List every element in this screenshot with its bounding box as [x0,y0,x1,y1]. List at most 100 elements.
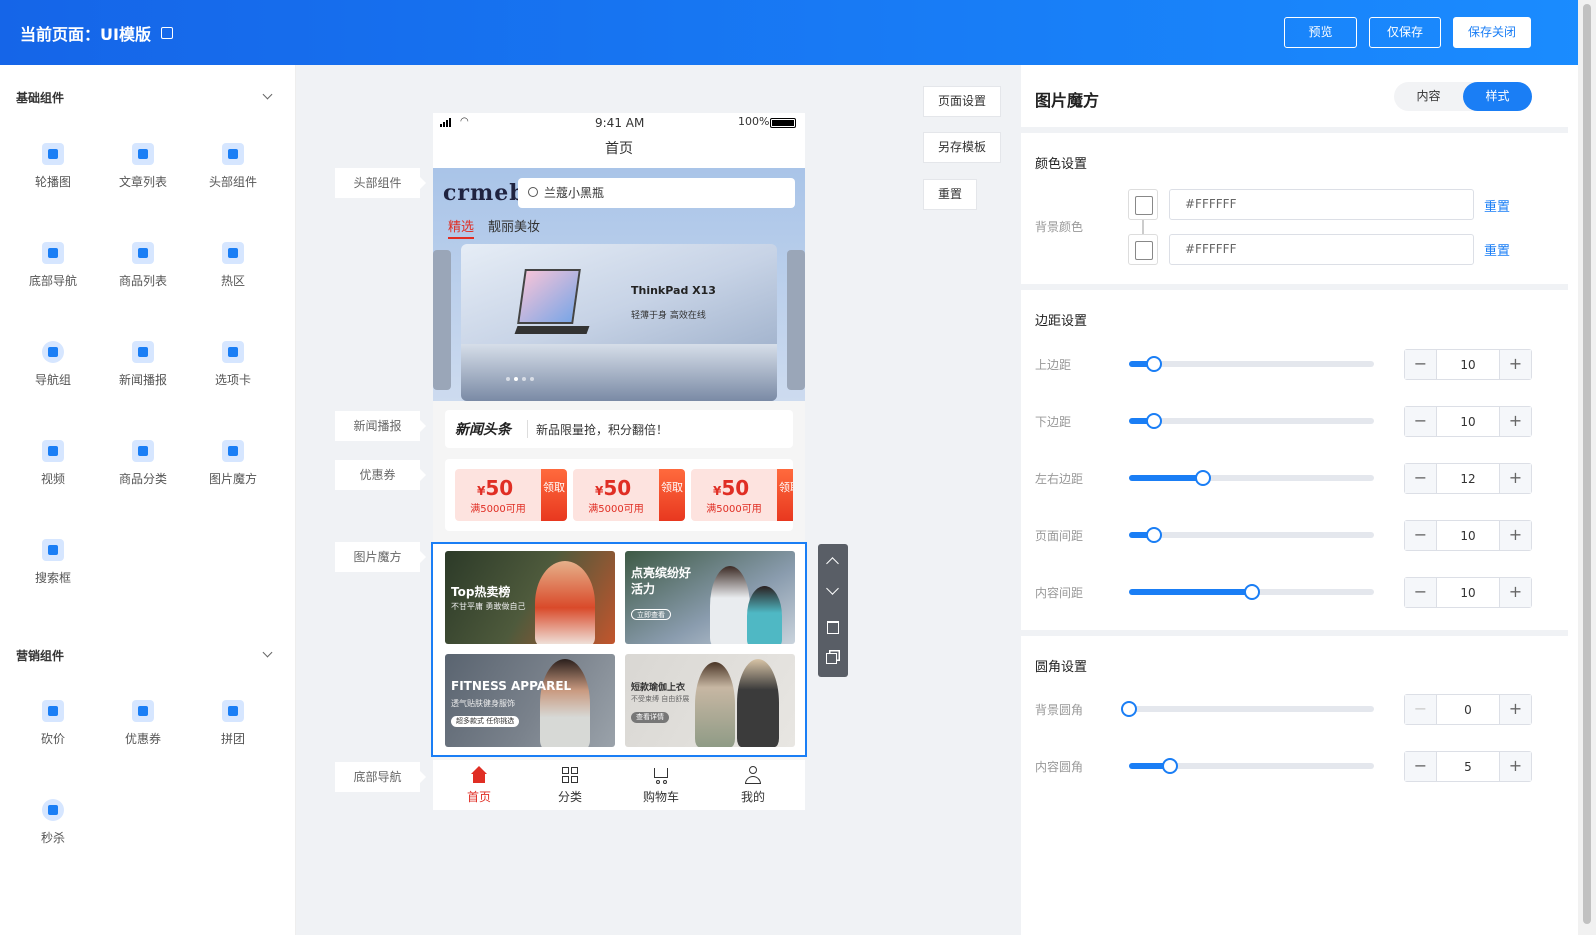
color-swatch-1[interactable] [1128,189,1158,220]
stepper-value[interactable]: 12 [1437,464,1499,493]
color-swatch-2[interactable] [1128,234,1158,265]
magic-pill[interactable]: 查看详情 [631,712,669,723]
page-scrollbar[interactable] [1578,0,1596,935]
tag-bottom-nav[interactable]: 底部导航 [335,762,426,792]
tag-coupon[interactable]: 优惠券 [335,460,426,490]
stepper-value[interactable]: 10 [1437,521,1499,550]
decrement-button[interactable]: − [1405,695,1437,724]
save-close-button[interactable]: 保存关闭 [1453,17,1531,48]
news-ticker[interactable]: 新闻头条 新品限量抢，积分翻倍！ [445,410,793,448]
comp-bottom-nav[interactable]: 底部导航 [13,242,93,289]
increment-button[interactable]: + [1499,407,1531,436]
slider-track[interactable] [1129,413,1374,429]
comp-video[interactable]: 视频 [13,440,93,487]
increment-button[interactable]: + [1499,578,1531,607]
magic-image-4[interactable]: 短款瑜伽上衣 不受束缚 自由舒展 查看详情 [625,654,795,747]
comp-news[interactable]: 新闻播报 [103,341,183,388]
scrollbar-thumb[interactable] [1583,4,1591,924]
stepper-value[interactable]: 5 [1437,752,1499,781]
chevron-down-icon[interactable] [262,647,273,658]
magic-pill[interactable]: 超多款式 任你挑选 [451,716,520,727]
decrement-button[interactable]: − [1405,752,1437,781]
move-down-button[interactable] [818,577,848,610]
increment-button[interactable]: + [1499,350,1531,379]
magic-image-2[interactable]: 点亮缤纷好活力 立即查看 [625,551,795,644]
slider-knob[interactable] [1121,701,1137,717]
reset-button[interactable]: 重置 [923,179,977,210]
color-input-1[interactable]: #FFFFFF [1169,189,1474,220]
slider-track[interactable] [1129,470,1374,486]
save-button[interactable]: 仅保存 [1369,17,1441,48]
coupon-get-button[interactable]: 领取 [777,469,793,521]
slider-knob[interactable] [1161,758,1178,774]
comp-coupon[interactable]: 优惠券 [103,700,183,747]
comp-carousel[interactable]: 轮播图 [13,143,93,190]
save-template-button[interactable]: 另存模板 [923,132,1001,163]
comp-image-magic[interactable]: 图片魔方 [193,440,273,487]
increment-button[interactable]: + [1499,752,1531,781]
slider-knob[interactable] [1243,584,1260,600]
banner-image[interactable]: ThinkPad X13 轻薄于身 高效在线 [461,244,777,401]
search-input[interactable]: 兰蔻小黑瓶 [518,178,795,208]
slider-knob[interactable] [1145,527,1162,543]
decrement-button[interactable]: − [1405,464,1437,493]
preview-button[interactable]: 预览 [1284,17,1357,48]
comp-search[interactable]: 搜索框 [13,539,93,586]
slider-track[interactable] [1129,356,1374,372]
image-magic-component[interactable]: Top热卖榜 不甘平庸 勇敢做自己 点亮缤纷好活力 立即查看 FITNESS A… [431,542,807,757]
move-up-button[interactable] [818,544,848,577]
nav-home[interactable]: 首页 [449,766,509,805]
increment-button[interactable]: + [1499,464,1531,493]
nav-mine[interactable]: 我的 [723,766,783,805]
comp-category[interactable]: 商品分类 [103,440,183,487]
comp-nav-group[interactable]: 导航组 [13,341,93,388]
slider-track[interactable] [1121,701,1374,717]
tab-featured[interactable]: 精选 [448,216,475,239]
decrement-button[interactable]: − [1405,578,1437,607]
edit-icon[interactable] [160,27,173,39]
coupon-get-button[interactable]: 领取 [541,469,567,521]
comp-flash-sale[interactable]: 秒杀 [13,799,93,846]
decrement-button[interactable]: − [1405,350,1437,379]
delete-button[interactable] [818,610,848,643]
stepper-value[interactable]: 10 [1437,350,1499,379]
magic-image-1[interactable]: Top热卖榜 不甘平庸 勇敢做自己 [445,551,615,644]
tag-news[interactable]: 新闻播报 [335,411,426,441]
slider-knob[interactable] [1145,356,1162,372]
nav-category[interactable]: 分类 [540,766,600,805]
comp-bargain[interactable]: 砍价 [13,700,93,747]
magic-image-3[interactable]: FITNESS APPAREL 透气贴肤健身服饰 超多款式 任你挑选 [445,654,615,747]
slider-knob[interactable] [1194,470,1211,486]
magic-pill[interactable]: 立即查看 [631,609,671,620]
page-settings-button[interactable]: 页面设置 [923,86,1001,117]
increment-button[interactable]: + [1499,521,1531,550]
increment-button[interactable]: + [1499,695,1531,724]
slider-knob[interactable] [1145,413,1162,429]
comp-header[interactable]: 头部组件 [193,143,273,190]
stepper-value[interactable]: 10 [1437,578,1499,607]
color-input-2[interactable]: #FFFFFF [1169,234,1474,265]
coupon-get-button[interactable]: 领取 [659,469,685,521]
tab-content[interactable]: 内容 [1394,82,1463,111]
stepper-value[interactable]: 10 [1437,407,1499,436]
comp-group-buy[interactable]: 拼团 [193,700,273,747]
comp-product-list[interactable]: 商品列表 [103,242,183,289]
decrement-button[interactable]: − [1405,521,1437,550]
decrement-button[interactable]: − [1405,407,1437,436]
stepper-value[interactable]: 0 [1437,695,1499,724]
coupon-card[interactable]: ¥50 满5000可用 领取 [573,469,685,521]
slider-track[interactable] [1129,527,1374,543]
copy-button[interactable] [818,643,848,676]
reset-color-2[interactable]: 重置 [1484,240,1510,259]
coupon-card[interactable]: ¥50 满5000可用 领取 [455,469,567,521]
header-component[interactable]: crmeb 兰蔻小黑瓶 精选 靓丽美妆 ThinkPad X13 轻薄于身 高效… [433,168,805,401]
comp-article-list[interactable]: 文章列表 [103,143,183,190]
chevron-down-icon[interactable] [262,89,273,100]
reset-color-1[interactable]: 重置 [1484,196,1510,215]
tag-header[interactable]: 头部组件 [335,168,426,198]
tab-style[interactable]: 样式 [1463,82,1532,111]
nav-cart[interactable]: 购物车 [631,766,691,805]
tag-image-magic[interactable]: 图片魔方 [335,542,426,572]
comp-tabs[interactable]: 选项卡 [193,341,273,388]
slider-track[interactable] [1129,584,1374,600]
